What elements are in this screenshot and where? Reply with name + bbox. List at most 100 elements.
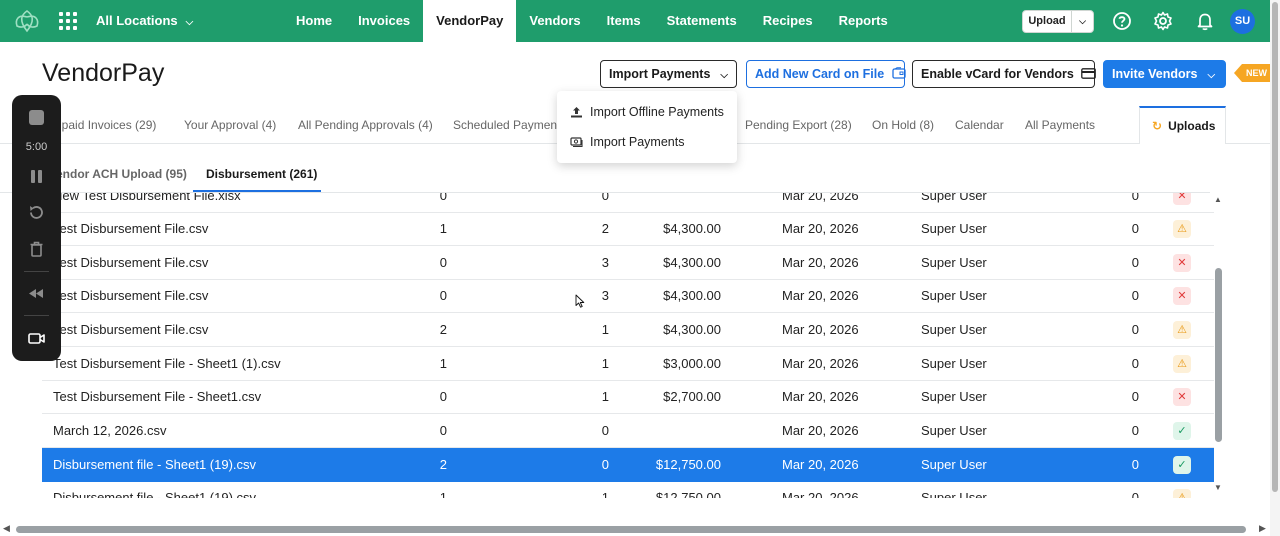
table-row[interactable]: New Test Disbursement File.xlsx 0 0 Mar … (42, 193, 1214, 213)
page-vertical-scrollbar[interactable] (1270, 0, 1280, 536)
upload-date: Mar 20, 2026 (782, 255, 859, 270)
table-row[interactable]: Disbursement file - Sheet1 (19).csv 1 1 … (42, 481, 1214, 498)
location-selector[interactable]: All Locations ⌵ (96, 13, 193, 28)
tab-scheduled-payments[interactable]: Scheduled Payment (453, 118, 560, 132)
scroll-up-arrow-icon[interactable]: ▲ (1214, 195, 1222, 204)
upload-date: Mar 20, 2026 (782, 457, 859, 472)
count-a: 2 (439, 322, 447, 337)
upload-date: Mar 20, 2026 (782, 490, 859, 498)
uploaded-by: Super User (921, 288, 987, 303)
warning-status-icon[interactable]: ⚠ (1173, 489, 1191, 498)
stop-recording-icon[interactable] (29, 110, 44, 125)
menu-item-import-payments[interactable]: Import Payments (557, 127, 737, 157)
table-vertical-scrollbar[interactable]: ▲ ▼ (1213, 193, 1225, 498)
tab-your-approval[interactable]: Your Approval (4) (184, 118, 276, 132)
success-status-icon[interactable]: ✓ (1173, 422, 1191, 440)
subtab-vendor-ach-upload[interactable]: endor ACH Upload (95) (56, 167, 187, 181)
horizontal-scrollbar[interactable]: ◀ ▶ (0, 522, 1270, 536)
upload-date: Mar 20, 2026 (782, 193, 859, 203)
upload-date: Mar 20, 2026 (782, 423, 859, 438)
error-status-icon[interactable]: ✕ (1173, 254, 1191, 272)
apps-grid-icon[interactable] (59, 12, 77, 30)
table-row[interactable]: Test Disbursement File.csv 1 2 $4,300.00… (42, 212, 1214, 246)
error-status-icon[interactable]: ✕ (1173, 287, 1191, 305)
menu-item-label: Import Payments (590, 135, 685, 149)
user-avatar[interactable]: SU (1230, 9, 1255, 34)
nav-items[interactable]: Items (594, 0, 654, 42)
tab-unpaid-invoices[interactable]: npaid Invoices (29) (55, 118, 156, 132)
nav-home[interactable]: Home (283, 0, 345, 42)
tab-calendar[interactable]: Calendar (955, 118, 1004, 132)
import-payments-button[interactable]: Import Payments ⌵ (600, 60, 737, 88)
amount: $12,750.00 (655, 457, 721, 472)
scroll-left-arrow-icon[interactable]: ◀ (3, 523, 10, 534)
annotate-icon[interactable] (27, 284, 46, 303)
warning-status-icon[interactable]: ⚠ (1173, 355, 1191, 373)
table-row[interactable]: Test Disbursement File.csv 0 3 $4,300.00… (42, 279, 1214, 313)
count-c: 0 (1131, 423, 1139, 438)
tab-uploads[interactable]: ↻ Uploads (1139, 106, 1226, 144)
error-status-icon[interactable]: ✕ (1173, 193, 1191, 205)
invite-vendors-button[interactable]: Invite Vendors ⌵ (1103, 60, 1226, 88)
amount: $4,300.00 (663, 322, 721, 337)
add-card-button[interactable]: Add New Card on File (746, 60, 906, 88)
count-c: 0 (1131, 490, 1139, 498)
warning-status-icon[interactable]: ⚠ (1173, 220, 1191, 238)
enable-vcard-button[interactable]: Enable vCard for Vendors (912, 60, 1097, 88)
nav-statements[interactable]: Statements (654, 0, 750, 42)
tab-all-pending-approvals[interactable]: All Pending Approvals (4) (298, 118, 433, 132)
camera-icon[interactable] (27, 329, 46, 348)
upload-subtabs: endor ACH Upload (95) Disbursement (261) (0, 160, 1210, 193)
scrollbar-thumb[interactable] (16, 526, 1246, 533)
table-row[interactable]: March 12, 2026.csv 0 0 Mar 20, 2026 Supe… (42, 414, 1214, 448)
brand-logo-icon[interactable] (12, 8, 42, 34)
divider (24, 315, 49, 316)
error-status-icon[interactable]: ✕ (1173, 388, 1191, 406)
scrollbar-thumb[interactable] (1215, 268, 1222, 442)
nav-reports[interactable]: Reports (826, 0, 901, 42)
tab-on-hold[interactable]: On Hold (8) (872, 118, 934, 132)
upload-date: Mar 20, 2026 (782, 221, 859, 236)
invite-vendors-label: Invite Vendors (1112, 67, 1198, 81)
trash-icon[interactable] (27, 240, 46, 259)
tab-pending-export[interactable]: Pending Export (28) (745, 118, 852, 132)
amount: $4,300.00 (663, 255, 721, 270)
chevron-down-icon[interactable]: ⌵ (1072, 11, 1093, 32)
table-row[interactable]: Test Disbursement File.csv 0 3 $4,300.00… (42, 246, 1214, 280)
file-name: Disbursement file - Sheet1 (19).csv (53, 490, 257, 498)
menu-item-label: Import Offline Payments (590, 105, 724, 119)
table-row[interactable]: Test Disbursement File - Sheet1 (1).csv … (42, 347, 1214, 381)
gear-icon[interactable] (1153, 11, 1173, 31)
count-b: 1 (601, 490, 609, 498)
table-row-selected[interactable]: Disbursement file - Sheet1 (19).csv 2 0 … (42, 448, 1214, 482)
restart-icon[interactable] (27, 203, 46, 222)
success-status-icon[interactable]: ✓ (1173, 456, 1191, 474)
nav-invoices[interactable]: Invoices (345, 0, 423, 42)
scroll-down-arrow-icon[interactable]: ▼ (1214, 483, 1222, 492)
warning-status-icon[interactable]: ⚠ (1173, 321, 1191, 339)
table-row[interactable]: Test Disbursement File - Sheet1.csv 0 1 … (42, 380, 1214, 414)
credit-card-icon (1081, 68, 1097, 79)
count-a: 0 (439, 288, 447, 303)
count-b: 3 (601, 255, 609, 270)
table-row[interactable]: Test Disbursement File.csv 2 1 $4,300.00… (42, 313, 1214, 347)
pause-icon[interactable] (27, 167, 46, 186)
scrollbar-thumb[interactable] (1272, 2, 1278, 492)
uploaded-by: Super User (921, 193, 987, 203)
scroll-right-arrow-icon[interactable]: ▶ (1259, 523, 1266, 534)
menu-item-import-offline-payments[interactable]: Import Offline Payments (557, 97, 737, 127)
page-title: VendorPay (42, 59, 165, 87)
file-name: Test Disbursement File.csv (53, 288, 209, 303)
bell-icon[interactable] (1195, 11, 1215, 31)
nav-vendorpay[interactable]: VendorPay (423, 0, 517, 42)
help-icon[interactable] (1112, 11, 1132, 31)
file-name: New Test Disbursement File.xlsx (53, 193, 241, 203)
nav-vendors[interactable]: Vendors (516, 0, 593, 42)
nav-recipes[interactable]: Recipes (750, 0, 826, 42)
upload-button[interactable]: Upload ⌵ (1022, 10, 1094, 33)
tab-all-payments[interactable]: All Payments (1025, 118, 1095, 132)
tab-uploads-label: Uploads (1168, 119, 1216, 133)
subtab-disbursement[interactable]: Disbursement (261) (206, 167, 317, 181)
count-a: 0 (439, 193, 447, 203)
count-c: 0 (1131, 457, 1139, 472)
